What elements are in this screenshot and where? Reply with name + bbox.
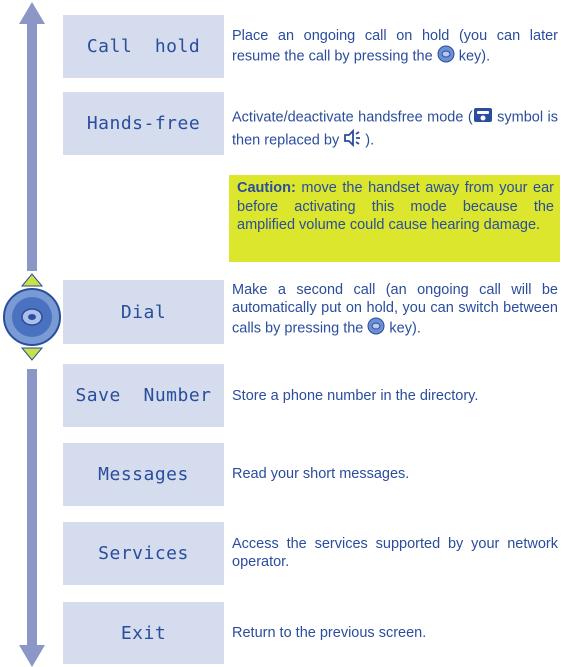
description-text: key). [454, 48, 491, 65]
description-call-hold: Place an ongoing call on hold (you can l… [232, 27, 558, 68]
nav-key-icon [437, 45, 455, 68]
speaker-icon [343, 128, 365, 152]
handset-icon [473, 106, 493, 129]
description-exit: Return to the previous screen. [232, 624, 558, 642]
nav-key-icon [367, 317, 385, 340]
description-dial: Make a second call (an ongoing call will… [232, 281, 558, 340]
menu-item-label: Hands-free [86, 113, 201, 134]
menu-item-dial: Dial [63, 280, 224, 344]
caution-box: Caution: move the handset away from your… [229, 175, 560, 262]
menu-item-label: Save Number [75, 385, 212, 406]
description-text: ). [365, 132, 375, 149]
navigation-rail-top [27, 14, 37, 271]
menu-item-hands-free: Hands-free [63, 92, 224, 155]
description-text: Access the services supported by your ne… [232, 536, 558, 570]
description-text: Read your short messages. [232, 466, 410, 482]
navigation-rail-bottom [27, 369, 37, 657]
menu-item-label: Messages [98, 464, 189, 485]
menu-item-exit: Exit [63, 602, 224, 664]
description-messages: Read your short messages. [232, 465, 558, 483]
description-text: Return to the previous screen. [232, 625, 427, 641]
menu-item-label: Services [98, 543, 189, 564]
description-text: Store a phone number in the directory. [232, 388, 479, 404]
menu-item-call-hold: Call hold [63, 15, 224, 78]
description-services: Access the services supported by your ne… [232, 535, 558, 571]
menu-item-services: Services [63, 522, 224, 585]
scroll-down-arrow-icon [19, 645, 45, 667]
description-text: Place an ongoing call on hold (you can l… [232, 28, 558, 65]
description-text: Activate/deactivate handsfree mode ( [232, 109, 473, 126]
menu-item-label: Exit [120, 622, 167, 644]
menu-item-label: Dial [120, 301, 167, 323]
menu-item-label: Call hold [86, 36, 201, 57]
description-text: key). [385, 320, 421, 337]
description-hands-free: Activate/deactivate handsfree mode ( sym… [232, 106, 558, 152]
caution-title: Caution: [237, 180, 296, 196]
nav-key-icon [2, 272, 62, 362]
menu-item-save-number: Save Number [63, 364, 224, 427]
menu-item-messages: Messages [63, 443, 224, 506]
description-save-number: Store a phone number in the directory. [232, 387, 558, 405]
